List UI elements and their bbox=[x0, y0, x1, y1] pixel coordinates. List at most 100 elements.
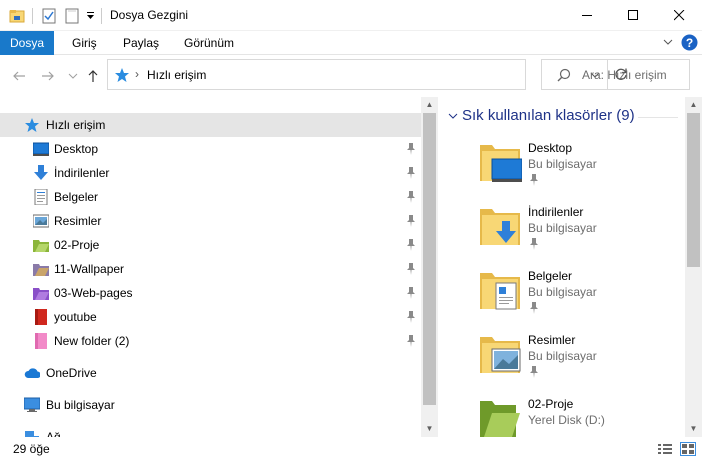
scroll-thumb[interactable] bbox=[423, 113, 436, 405]
scroll-down-icon[interactable]: ▼ bbox=[421, 421, 438, 437]
scroll-thumb[interactable] bbox=[687, 113, 700, 267]
nav-item-label: New folder (2) bbox=[54, 334, 130, 348]
pin-icon[interactable] bbox=[405, 214, 417, 228]
nav-item-label: Resimler bbox=[54, 214, 102, 228]
nav-item-web-pages[interactable]: 03-Web-pages bbox=[0, 281, 421, 305]
group-header[interactable]: Sık kullanılan klasörler (9) bbox=[462, 107, 635, 124]
star-icon bbox=[115, 68, 129, 82]
pictures-icon bbox=[33, 214, 49, 228]
nav-network[interactable]: Ağ bbox=[0, 425, 421, 437]
nav-item-label: 03-Web-pages bbox=[54, 286, 133, 300]
content-pane: Sık kullanılan klasörler (9) Desktop Bu … bbox=[438, 97, 684, 437]
arrow-up-icon bbox=[88, 70, 98, 82]
tile-documents[interactable]: Belgeler Bu bilgisayar bbox=[478, 267, 678, 327]
purple-folder-icon bbox=[33, 288, 49, 300]
tiles-view-icon[interactable] bbox=[680, 442, 696, 456]
tile-proje[interactable]: 02-Proje Yerel Disk (D:) bbox=[478, 395, 678, 437]
pin-icon[interactable] bbox=[405, 142, 417, 156]
navigation-pane: Hızlı erişim Desktop İndirilenler Belgel… bbox=[0, 97, 421, 437]
nav-item-label: youtube bbox=[54, 310, 97, 324]
nav-this-pc-label: Bu bilgisayar bbox=[46, 398, 115, 412]
tab-share[interactable]: Paylaş bbox=[123, 31, 159, 55]
nav-quick-access-label: Hızlı erişim bbox=[46, 118, 106, 132]
up-button[interactable] bbox=[85, 68, 101, 84]
pin-icon[interactable] bbox=[405, 262, 417, 276]
divider bbox=[638, 117, 678, 118]
tile-location: Yerel Disk (D:) bbox=[528, 413, 605, 427]
tile-name: 02-Proje bbox=[528, 397, 574, 411]
chevron-down-icon bbox=[68, 73, 78, 79]
computer-icon bbox=[24, 397, 40, 412]
nav-item-downloads[interactable]: İndirilenler bbox=[0, 161, 421, 185]
pin-icon[interactable] bbox=[405, 334, 417, 348]
network-icon bbox=[25, 431, 39, 437]
maximize-button[interactable] bbox=[610, 0, 656, 31]
window-title: Dosya Gezgini bbox=[110, 8, 189, 22]
item-count: 29 öğe bbox=[13, 442, 50, 456]
expand-ribbon-icon[interactable] bbox=[663, 39, 673, 47]
cloud-icon bbox=[24, 368, 40, 378]
nav-item-documents[interactable]: Belgeler bbox=[0, 185, 421, 209]
help-icon[interactable]: ? bbox=[681, 34, 698, 51]
details-view-icon[interactable] bbox=[657, 442, 673, 456]
nav-item-label: Desktop bbox=[54, 142, 99, 156]
scroll-up-icon[interactable]: ▲ bbox=[421, 97, 438, 113]
nav-item-desktop[interactable]: Desktop bbox=[0, 137, 421, 161]
maximize-icon bbox=[627, 10, 638, 20]
content-scrollbar[interactable]: ▲ ▼ bbox=[685, 97, 702, 437]
tile-name: Resimler bbox=[528, 333, 576, 347]
tab-view[interactable]: Görünüm bbox=[184, 31, 234, 55]
svg-text:?: ? bbox=[686, 36, 693, 50]
arrow-left-icon bbox=[13, 71, 25, 81]
pin-icon[interactable] bbox=[405, 310, 417, 324]
tab-home[interactable]: Giriş bbox=[72, 31, 97, 55]
tile-pictures[interactable]: Resimler Bu bilgisayar bbox=[478, 331, 678, 391]
nav-item-new-folder[interactable]: New folder (2) bbox=[0, 329, 421, 353]
pictures-folder-icon bbox=[480, 337, 521, 373]
tile-downloads[interactable]: İndirilenler Bu bilgisayar bbox=[478, 203, 678, 263]
tile-location: Bu bilgisayar bbox=[528, 221, 597, 235]
new-folder-quick-icon[interactable] bbox=[65, 8, 79, 24]
nav-item-proje[interactable]: 02-Proje bbox=[0, 233, 421, 257]
nav-onedrive[interactable]: OneDrive bbox=[0, 361, 421, 385]
chevron-down-icon[interactable] bbox=[86, 12, 95, 28]
chevron-down-icon[interactable] bbox=[448, 113, 458, 120]
back-button[interactable] bbox=[11, 68, 27, 84]
star-icon bbox=[25, 118, 39, 132]
tile-location: Bu bilgisayar bbox=[528, 157, 597, 171]
nav-item-pictures[interactable]: Resimler bbox=[0, 209, 421, 233]
breadcrumb-separator-icon[interactable]: › bbox=[135, 67, 139, 81]
nav-pane-scrollbar[interactable]: ▲ ▼ bbox=[421, 97, 438, 437]
minimize-icon bbox=[581, 15, 592, 16]
nav-item-youtube[interactable]: youtube bbox=[0, 305, 421, 329]
nav-item-label: 11-Wallpaper bbox=[54, 262, 125, 276]
forward-button[interactable] bbox=[40, 68, 56, 84]
properties-icon[interactable] bbox=[42, 8, 56, 24]
green-folder-icon bbox=[480, 401, 520, 437]
tab-file[interactable]: Dosya bbox=[0, 31, 54, 55]
nav-item-wallpaper[interactable]: 11-Wallpaper bbox=[0, 257, 421, 281]
pin-icon bbox=[530, 238, 538, 250]
scroll-down-icon[interactable]: ▼ bbox=[685, 421, 702, 437]
tile-name: İndirilenler bbox=[528, 205, 584, 219]
scroll-up-icon[interactable]: ▲ bbox=[685, 97, 702, 113]
close-button[interactable] bbox=[656, 0, 702, 31]
wallpaper-folder-icon bbox=[33, 264, 49, 276]
nav-this-pc[interactable]: Bu bilgisayar bbox=[0, 393, 421, 417]
address-bar[interactable]: › Hızlı erişim bbox=[107, 59, 627, 90]
tile-desktop[interactable]: Desktop Bu bilgisayar bbox=[478, 139, 678, 199]
nav-item-label: İndirilenler bbox=[54, 166, 110, 180]
search-input[interactable]: Ara: Hızlı erişim bbox=[582, 68, 667, 82]
search-box[interactable]: Ara: Hızlı erişim bbox=[541, 59, 690, 90]
recent-locations-button[interactable] bbox=[65, 68, 81, 84]
pin-icon[interactable] bbox=[405, 166, 417, 180]
pin-icon[interactable] bbox=[405, 190, 417, 204]
pin-icon[interactable] bbox=[405, 238, 417, 252]
nav-network-label: Ağ bbox=[46, 430, 61, 437]
minimize-button[interactable] bbox=[564, 0, 610, 31]
breadcrumb[interactable]: Hızlı erişim bbox=[147, 68, 206, 82]
divider bbox=[32, 8, 33, 24]
red-folder-icon bbox=[35, 309, 47, 325]
pin-icon[interactable] bbox=[405, 286, 417, 300]
nav-quick-access[interactable]: Hızlı erişim bbox=[0, 113, 421, 137]
